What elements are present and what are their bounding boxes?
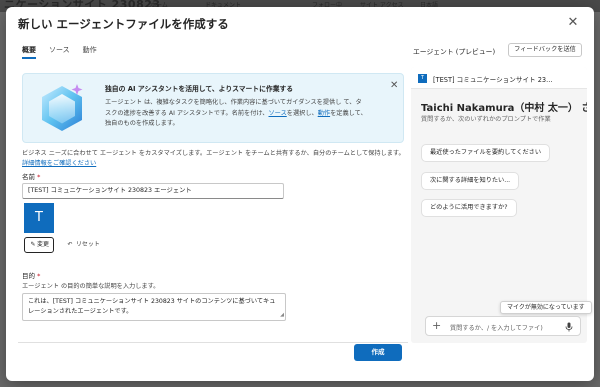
purpose-text: これは、[TEST] コミュニケーションサイト 230823 サイトのコンテンツ… <box>28 298 276 315</box>
tab-overview[interactable]: 概要 <box>22 45 36 59</box>
agent-avatar: T <box>24 203 54 233</box>
purpose-hint: エージェント の目的の簡単な説明を入力します。 <box>22 283 160 290</box>
chat-placeholder: 質問するか、/ を入力してファイ) <box>450 325 543 332</box>
required-marker: * <box>37 272 41 280</box>
reset-label: リセット <box>75 241 100 248</box>
ai-hexagon-illustration <box>33 80 91 138</box>
name-label-text: 名前 <box>22 173 35 181</box>
footer-divider <box>18 342 408 343</box>
dialog-tabs: 概要 ソース 動作 <box>22 45 97 59</box>
create-button[interactable]: 作成 <box>354 344 402 361</box>
suggestion-chip[interactable]: どのように活用できますか? <box>421 199 517 217</box>
banner-body: エージェント は、複雑なタスクを簡略化し、作業内容に基づいてガイダンスを提供し … <box>105 98 367 130</box>
behavior-link[interactable]: 動作 <box>318 110 330 117</box>
preview-subtitle: 質問するか、次のいずれかのプロンプトで作業 <box>421 116 551 123</box>
purpose-label: 目的 * <box>22 270 40 280</box>
close-icon[interactable]: ✕ <box>566 16 580 30</box>
mic-disabled-tooltip: マイクが無効になっています <box>500 301 592 314</box>
pencil-icon: ✎ <box>30 241 36 248</box>
name-label: 名前 * <box>22 171 40 181</box>
info-banner: 独自の AI アシスタントを活用して、よりスマートに作業する エージェント は、… <box>22 73 404 143</box>
undo-icon: ↶ <box>67 241 73 248</box>
dialog-title: 新しい エージェントファイルを作成する <box>18 17 229 31</box>
sources-link[interactable]: ソース <box>269 110 287 117</box>
resize-handle-icon[interactable]: ◢ <box>280 310 284 320</box>
preview-top-bar: T [TEST] コミュニケーションサイト 23... <box>411 67 587 89</box>
preview-agent-name: [TEST] コミュニケーションサイト 23... <box>433 76 553 84</box>
change-label: 変更 <box>36 241 49 248</box>
purpose-textarea[interactable]: これは、[TEST] コミュニケーションサイト 230823 サイトのコンテンツ… <box>22 293 286 321</box>
tab-sources[interactable]: ソース <box>49 45 70 59</box>
preview-heading: エージェント (プレビュー) <box>413 48 496 56</box>
agent-description: ビジネス ニーズに合わせて エージェント をカスタマイズします。エージェント を… <box>22 149 406 169</box>
required-marker: * <box>37 173 41 181</box>
purpose-label-text: 目的 <box>22 272 35 280</box>
preview-greeting: Taichi Nakamura（中村 太一） さん、 <box>421 103 587 114</box>
tab-behavior[interactable]: 動作 <box>83 45 97 59</box>
description-text: ビジネス ニーズに合わせて エージェント をカスタマイズします。エージェント を… <box>22 150 405 157</box>
name-input[interactable]: [TEST] コミュニケーションサイト 230823 エージェント <box>22 183 284 199</box>
suggestion-chip[interactable]: 最近使ったファイルを要約してください <box>421 144 551 162</box>
create-agent-dialog: 新しい エージェントファイルを作成する ✕ 概要 ソース 動作 独自の AI ア… <box>6 7 594 381</box>
banner-close-icon[interactable]: ✕ <box>390 80 398 91</box>
microphone-icon[interactable] <box>564 322 574 332</box>
suggestion-chip[interactable]: 次に関する詳細を知りたい... <box>421 172 520 190</box>
reset-icon-button[interactable]: ↶ リセット <box>66 239 100 248</box>
chat-input[interactable]: + 質問するか、/ を入力してファイ) <box>425 316 581 336</box>
banner-title: 独自の AI アシスタントを活用して、よりスマートに作業する <box>105 85 294 93</box>
change-icon-button[interactable]: ✎変更 <box>24 237 54 253</box>
send-feedback-button[interactable]: フィードバックを送信 <box>508 43 582 57</box>
learn-more-link[interactable]: 詳細情報をご確認ください <box>22 160 96 167</box>
agent-tile-icon: T <box>418 74 427 83</box>
plus-icon[interactable]: + <box>432 319 441 332</box>
banner-text-2: を選択し、 <box>286 109 318 117</box>
